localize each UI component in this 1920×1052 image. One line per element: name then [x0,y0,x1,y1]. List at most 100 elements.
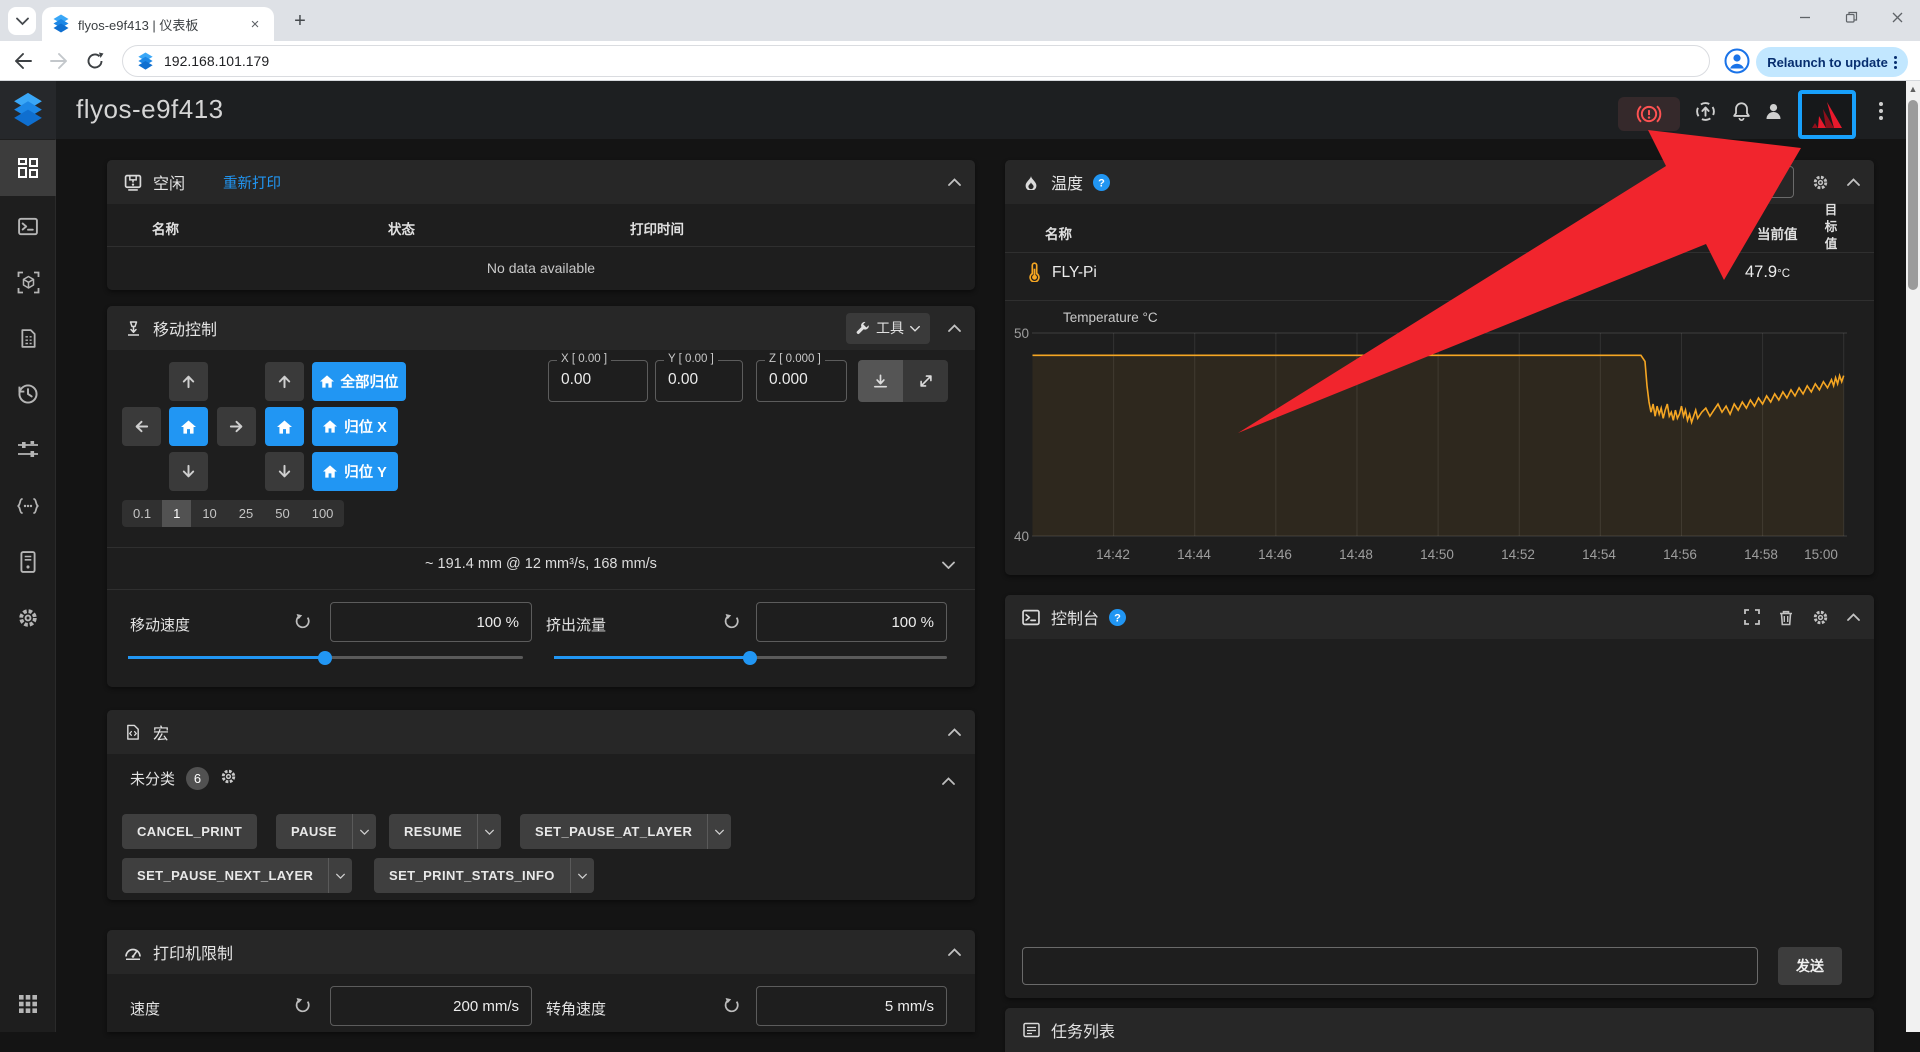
macro-set-print-stats-info[interactable]: SET_PRINT_STATS_INFO [374,858,594,893]
home-x-button[interactable]: 归位 X [312,407,398,446]
move-y-plus-button[interactable] [169,362,208,401]
send-button[interactable]: 发送 [1778,947,1842,985]
help-icon[interactable] [1093,174,1110,191]
sidebar-item-settings[interactable] [0,590,56,646]
macro-resume[interactable]: RESUME [389,814,501,849]
forward-button[interactable] [46,48,72,74]
step-50[interactable]: 50 [264,500,300,527]
home-z-button[interactable] [265,407,304,446]
home-y-button[interactable]: 归位 Y [312,452,398,491]
tab-close-icon[interactable]: × [246,15,264,33]
console-input[interactable] [1022,947,1758,985]
speed-slider-thumb[interactable] [318,651,332,665]
macro-settings-icon[interactable] [220,768,237,790]
app-title: flyos-e9f413 [76,94,224,125]
x-position-field[interactable]: X [ 0.00 ] 0.00 [548,360,648,402]
collapse-icon[interactable] [948,948,961,956]
macro-caret-icon[interactable] [352,814,376,849]
home-all-button[interactable]: 全部归位 [312,362,406,401]
sidebar-item-machine[interactable] [0,534,56,590]
window-restore-button[interactable] [1828,0,1874,34]
sidebar-item-dashboard[interactable] [0,140,56,196]
probe-mode-button[interactable] [858,360,903,402]
collapse-icon[interactable] [948,324,961,332]
url-bar[interactable]: 192.168.101.179 [122,45,1710,77]
move-z-plus-button[interactable] [265,362,304,401]
tab-search-button[interactable] [8,7,36,35]
collapse-icon[interactable] [948,728,961,736]
group-collapse-icon[interactable] [942,772,955,790]
sidebar-item-config[interactable] [0,478,56,534]
flow-factor-field[interactable]: 100 % [756,602,947,642]
scrollbar-up-arrow[interactable]: ▲ [1908,84,1918,94]
browser-menu-icon[interactable] [1894,56,1897,69]
macro-set-pause-next-layer[interactable]: SET_PAUSE_NEXT_LAYER [122,858,352,893]
app-logo[interactable] [0,81,56,139]
collapse-icon[interactable] [1847,613,1860,621]
reprint-link[interactable]: 重新打印 [223,172,281,193]
step-10[interactable]: 10 [191,500,227,527]
sidebar-item-tune[interactable] [0,422,56,478]
window-close-button[interactable] [1874,0,1920,34]
update-status-icon[interactable] [1690,96,1720,126]
console-settings-icon[interactable] [1812,609,1829,626]
move-z-minus-button[interactable] [265,452,304,491]
back-button[interactable] [10,48,36,74]
window-minimize-button[interactable] [1782,0,1828,34]
velocity-field[interactable]: 200 mm/s [330,986,532,1026]
temp-settings-icon[interactable] [1812,174,1829,191]
sidebar-item-console[interactable] [0,198,56,254]
summary-expand-icon[interactable] [942,556,955,574]
sidebar-item-apps[interactable] [0,976,56,1032]
step-0.1[interactable]: 0.1 [122,500,162,527]
sidebar-item-files[interactable] [0,310,56,366]
macro-pause[interactable]: PAUSE [276,814,376,849]
sidebar-item-history[interactable] [0,366,56,422]
macro-caret-icon[interactable] [477,814,501,849]
move-x-minus-button[interactable] [122,407,161,446]
flow-slider-thumb[interactable] [743,651,757,665]
presets-button[interactable] [1744,166,1794,198]
fly-logo-button-highlighted[interactable] [1798,90,1856,139]
speed-factor-field[interactable]: 100 % [330,602,532,642]
trash-icon[interactable] [1778,609,1794,626]
reload-button[interactable] [82,48,108,74]
scv-reset-icon[interactable] [724,998,742,1016]
tools-dropdown-button[interactable]: 工具 [846,313,930,344]
macro-caret-icon[interactable] [328,858,352,893]
new-tab-button[interactable]: + [286,7,314,35]
z-position-field[interactable]: Z [ 0.000 ] 0.000 [756,360,847,402]
notifications-bell-icon[interactable] [1726,96,1756,126]
browser-profile-icon[interactable] [1724,48,1750,74]
sidebar-item-gcode-viewer[interactable] [0,254,56,310]
flow-slider[interactable] [554,656,947,659]
step-25[interactable]: 25 [228,500,264,527]
collapse-icon[interactable] [948,178,961,186]
relaunch-button[interactable]: Relaunch to update [1756,47,1908,77]
step-100[interactable]: 100 [301,500,345,527]
flow-reset-icon[interactable] [724,614,742,632]
scv-field[interactable]: 5 mm/s [756,986,947,1026]
user-account-icon[interactable] [1758,96,1788,126]
home-xy-button[interactable] [169,407,208,446]
emergency-stop-button[interactable] [1618,97,1680,131]
velocity-reset-icon[interactable] [295,998,313,1016]
speed-reset-icon[interactable] [295,614,313,632]
diagonal-move-button[interactable] [903,360,948,402]
y-position-field[interactable]: Y [ 0.00 ] 0.00 [655,360,743,402]
fullscreen-icon[interactable] [1744,609,1760,625]
collapse-icon[interactable] [1847,178,1860,186]
move-y-minus-button[interactable] [169,452,208,491]
macro-set-pause-at-layer[interactable]: SET_PAUSE_AT_LAYER [520,814,731,849]
help-icon[interactable] [1109,609,1126,626]
move-x-plus-button[interactable] [217,407,256,446]
step-size-selector[interactable]: 0.1 1 10 25 50 100 [122,500,344,527]
browser-tab[interactable]: flyos-e9f413 | 仪表板 × [42,7,274,41]
macro-caret-icon[interactable] [707,814,731,849]
speed-slider[interactable] [128,656,523,659]
kebab-menu-icon[interactable] [1866,96,1896,126]
macro-caret-icon[interactable] [570,858,594,893]
step-1-active[interactable]: 1 [162,500,191,527]
macro-cancel-print[interactable]: CANCEL_PRINT [122,814,257,849]
page-scrollbar-thumb[interactable] [1908,100,1918,290]
